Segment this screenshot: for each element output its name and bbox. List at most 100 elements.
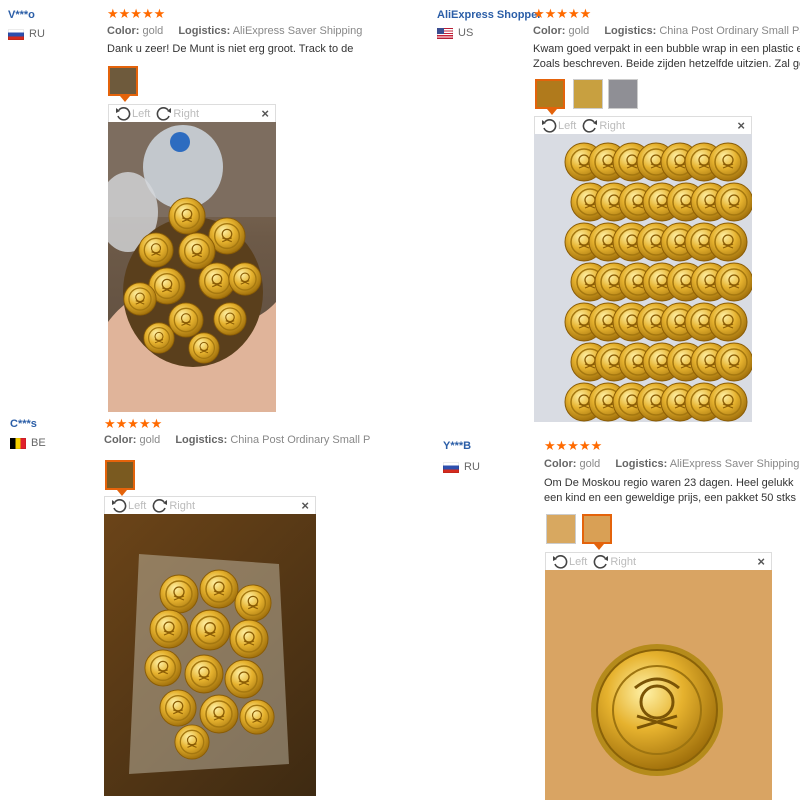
flag-icon	[437, 27, 453, 39]
review-photo-thumbnail[interactable]	[105, 460, 135, 496]
country-code: RU	[464, 461, 480, 473]
rotate-right-label: Right	[610, 555, 637, 568]
rotate-right-button[interactable]: Right	[582, 118, 625, 134]
reviewer-name[interactable]: Y***B	[443, 440, 471, 452]
logistics-label: Logistics:	[175, 434, 228, 446]
logistics-label: Logistics:	[604, 25, 657, 37]
photo-viewer-toolbar: Left Right ×	[534, 116, 752, 134]
rotate-left-button[interactable]: Left	[541, 118, 576, 134]
logistics-value: China Post Ordinary Small Packe	[659, 25, 800, 37]
flag-icon	[10, 437, 26, 449]
rotate-right-button[interactable]: Right	[156, 106, 199, 122]
rotate-left-label: Left	[569, 555, 588, 568]
rotate-right-icon	[156, 106, 172, 122]
reviewer-country: BE	[10, 437, 46, 449]
color-label: Color:	[533, 25, 566, 37]
star-rating: ★★★★★	[533, 6, 592, 21]
review-text: een kind en een geweldige prijs, een pak…	[544, 492, 796, 504]
rotate-left-button[interactable]: Left	[111, 498, 146, 514]
star-rating: ★★★★★	[104, 416, 163, 431]
rotate-right-label: Right	[599, 119, 626, 132]
review-card: C***s BE ★★★★★ Color: gold Logistics: Ch…	[0, 400, 400, 800]
review-photo	[108, 122, 276, 412]
reviewer-name[interactable]: V***o	[8, 9, 35, 21]
photo-viewer-toolbar: Left Right ×	[545, 552, 772, 570]
photo-viewer-toolbar: Left Right ×	[108, 104, 276, 122]
rotate-right-icon	[152, 498, 168, 514]
coin-image	[714, 182, 752, 222]
reviewer-name[interactable]: C***s	[10, 418, 37, 430]
review-meta: Color: gold Logistics: AliExpress Saver …	[107, 25, 374, 37]
close-viewer-button[interactable]: ×	[757, 554, 765, 569]
coin-image	[714, 262, 752, 302]
review-text: Om De Moskou regio waren 23 dagen. Heel …	[544, 477, 794, 489]
reviewer-name[interactable]: AliExpress Shopper	[437, 9, 542, 21]
rotate-left-icon	[115, 106, 131, 122]
color-value: gold	[142, 25, 164, 37]
flag-icon	[8, 28, 24, 40]
close-viewer-button[interactable]: ×	[261, 106, 269, 121]
rotate-right-button[interactable]: Right	[152, 498, 195, 514]
close-viewer-button[interactable]: ×	[301, 498, 309, 513]
review-photo-thumbnail[interactable]	[573, 79, 603, 109]
review-photo-thumbnail[interactable]	[582, 514, 612, 550]
reviewer-country: RU	[8, 28, 45, 40]
rotate-left-icon	[552, 554, 568, 570]
photo-viewer-toolbar: Left Right ×	[104, 496, 316, 514]
star-rating: ★★★★★	[544, 438, 603, 453]
star-rating: ★★★★★	[107, 6, 166, 21]
single-coin-image	[545, 570, 772, 800]
coins-in-hand-image	[108, 122, 276, 412]
rotate-left-icon	[541, 118, 557, 134]
review-meta: Color: gold Logistics: China Post Ordina…	[533, 25, 800, 37]
color-label: Color:	[104, 434, 137, 446]
logistics-value: AliExpress Saver Shipping	[232, 25, 363, 37]
review-photo	[534, 134, 752, 422]
logistics-value: AliExpress Saver Shipping	[669, 458, 800, 470]
rotate-left-button[interactable]: Left	[115, 106, 150, 122]
country-code: RU	[29, 28, 45, 40]
review-text: Dank u zeer! De Munt is niet erg groot. …	[107, 43, 354, 55]
rotate-right-icon	[582, 118, 598, 134]
rotate-left-label: Left	[128, 499, 147, 512]
coin-image	[708, 382, 748, 422]
flag-icon	[443, 461, 459, 473]
logistics-value: China Post Ordinary Small P	[230, 434, 371, 446]
color-value: gold	[568, 25, 590, 37]
review-photo	[104, 514, 316, 796]
review-text: Kwam goed verpakt in een bubble wrap in …	[533, 43, 800, 55]
review-card: V***o RU ★★★★★ Color: gold Logistics: Al…	[0, 0, 400, 412]
review-photo-thumbnail[interactable]	[108, 66, 138, 102]
coin-image	[708, 302, 748, 342]
logistics-label: Logistics:	[178, 25, 231, 37]
country-code: US	[458, 27, 474, 39]
color-value: gold	[139, 434, 161, 446]
review-meta: Color: gold Logistics: AliExpress Saver …	[544, 458, 800, 470]
rotate-left-label: Left	[132, 107, 151, 120]
review-card: Y***B RU ★★★★★ Color: gold Logistics: Al…	[400, 430, 800, 800]
review-meta: Color: gold Logistics: China Post Ordina…	[104, 434, 382, 446]
rotate-right-label: Right	[169, 499, 196, 512]
coin-image	[714, 342, 752, 382]
review-photo-thumbnail[interactable]	[535, 79, 565, 115]
coin-image	[708, 222, 748, 262]
review-text: Zoals beschreven. Beide zijden hetzelfde…	[533, 58, 800, 70]
review-photo-thumbnail[interactable]	[608, 79, 638, 109]
rotate-right-icon	[593, 554, 609, 570]
coin-image	[708, 142, 748, 182]
review-photo-thumbnail[interactable]	[546, 514, 576, 544]
coin-rows-image	[564, 142, 752, 422]
color-label: Color:	[544, 458, 577, 470]
logistics-label: Logistics:	[615, 458, 668, 470]
close-viewer-button[interactable]: ×	[737, 118, 745, 133]
rotate-right-button[interactable]: Right	[593, 554, 636, 570]
review-card: AliExpress Shopper US ★★★★★ Color: gold …	[400, 0, 800, 430]
reviewer-country: US	[437, 27, 473, 39]
color-value: gold	[579, 458, 601, 470]
color-label: Color:	[107, 25, 140, 37]
rotate-right-label: Right	[173, 107, 200, 120]
coins-in-bag-image	[129, 554, 289, 774]
review-photo	[545, 570, 772, 800]
rotate-left-label: Left	[558, 119, 577, 132]
rotate-left-button[interactable]: Left	[552, 554, 587, 570]
